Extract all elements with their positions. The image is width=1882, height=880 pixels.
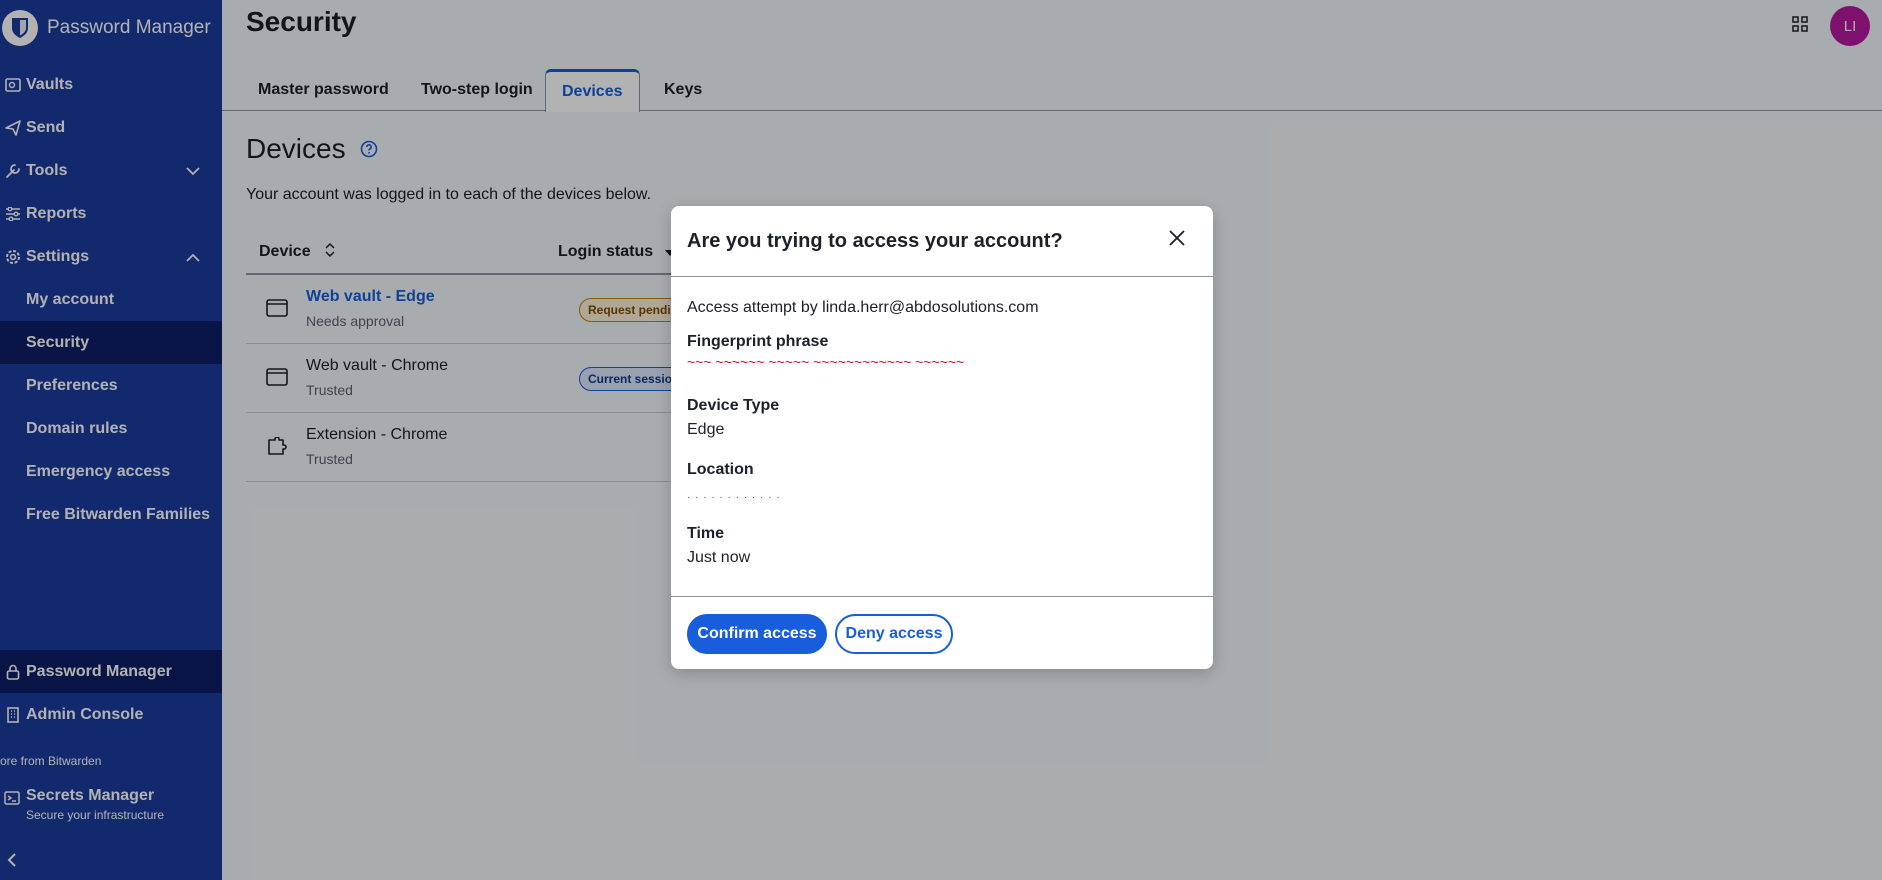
time-value: Just now [687, 549, 751, 566]
confirm-access-button[interactable]: Confirm access [687, 614, 827, 654]
login-approval-dialog: Are you trying to access your account? A… [671, 206, 1213, 669]
deny-access-button[interactable]: Deny access [835, 614, 953, 654]
fingerprint-label: Fingerprint phrase [687, 333, 829, 350]
access-attempt-text: Access attempt by linda.herr@abdosolutio… [687, 299, 1039, 316]
dialog-header: Are you trying to access your account? [671, 206, 1213, 277]
location-value: · · · · · · · · · · · · [687, 492, 781, 503]
dialog-title: Are you trying to access your account? [687, 230, 1063, 252]
device-type-value: Edge [687, 421, 725, 438]
dialog-footer: Confirm access Deny access [671, 596, 1213, 669]
fingerprint-phrase: ~~~ ~~~~~~ ~~~~~ ~~~~~~~~~~~~ ~~~~~~ [687, 354, 965, 370]
device-type-label: Device Type [687, 397, 780, 414]
location-label: Location [687, 461, 754, 478]
close-icon[interactable] [1167, 228, 1187, 253]
time-label: Time [687, 525, 725, 542]
